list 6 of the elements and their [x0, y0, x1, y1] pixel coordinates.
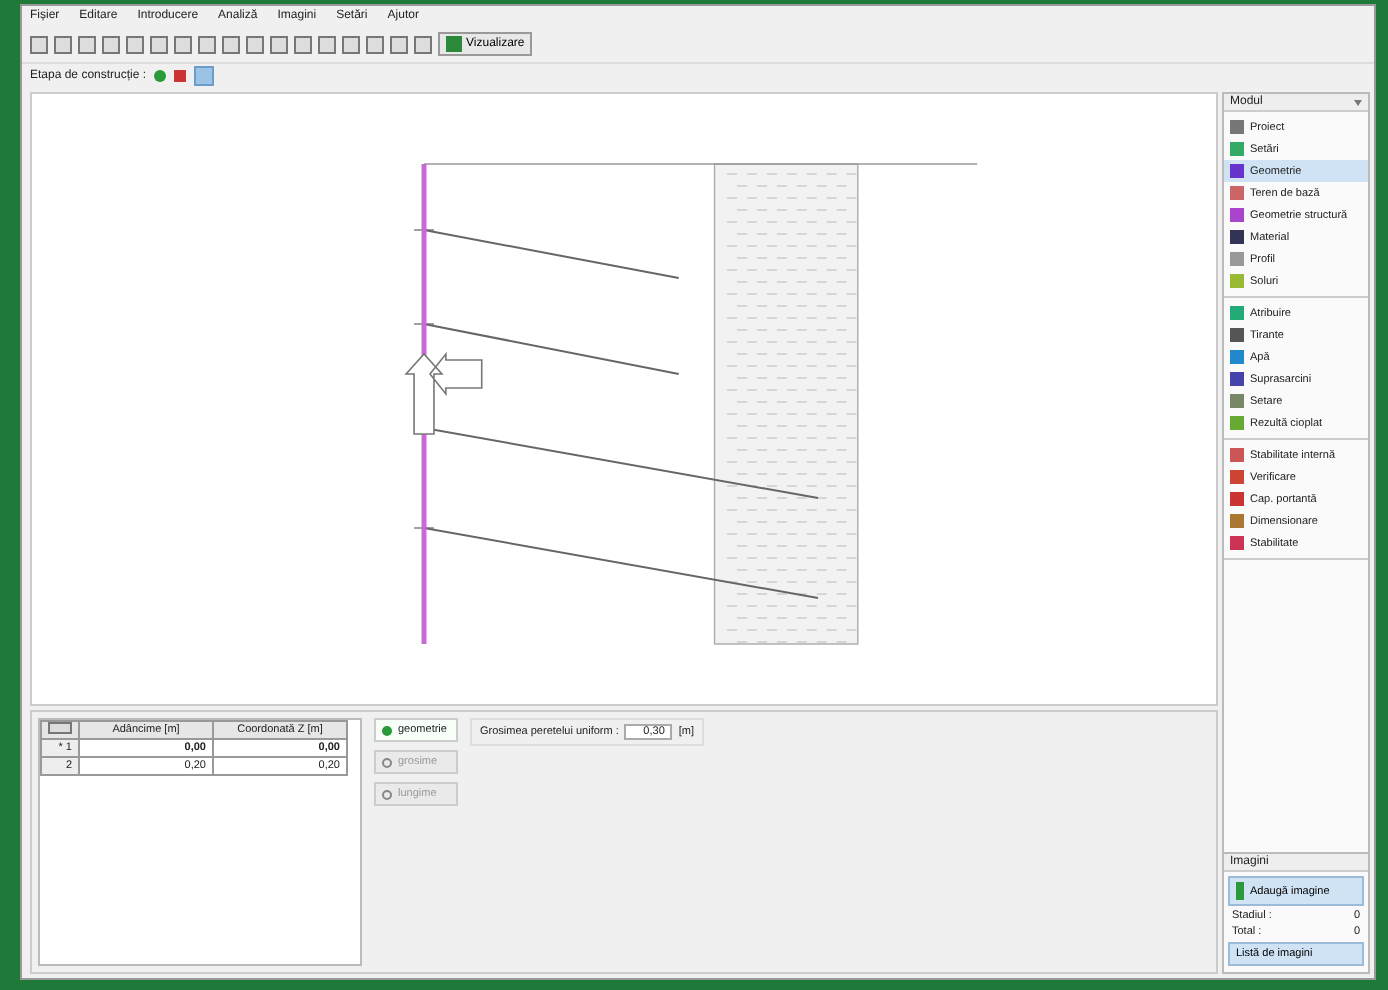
delete-icon[interactable] [174, 70, 187, 82]
arrow-icon[interactable] [404, 351, 483, 435]
grid-icon[interactable] [48, 722, 72, 734]
collapse-icon[interactable] [1354, 99, 1362, 105]
stage-icon[interactable] [194, 66, 215, 86]
add-icon[interactable] [154, 70, 167, 82]
